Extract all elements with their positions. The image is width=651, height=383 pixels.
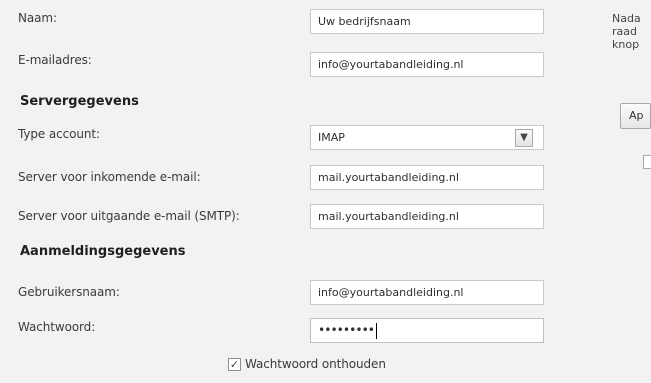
- username-input[interactable]: info@yourtabandleiding.nl: [310, 280, 544, 305]
- name-input[interactable]: Uw bedrijfsnaam: [310, 9, 544, 34]
- password-label: Wachtwoord:: [18, 320, 96, 334]
- email-input[interactable]: info@yourtabandleiding.nl: [310, 52, 544, 77]
- side-text-line-1: Nada: [612, 12, 641, 25]
- outgoing-server-input[interactable]: mail.yourtabandleiding.nl: [310, 204, 544, 229]
- password-input[interactable]: •••••••••: [310, 318, 544, 343]
- incoming-server-label: Server voor inkomende e-mail:: [18, 170, 201, 184]
- incoming-server-input[interactable]: mail.yourtabandleiding.nl: [310, 165, 544, 190]
- name-label: Naam:: [18, 11, 57, 25]
- email-label: E-mailadres:: [18, 53, 92, 67]
- side-checkbox[interactable]: [643, 155, 651, 169]
- chevron-down-icon[interactable]: ▼: [515, 129, 533, 147]
- remember-password-label[interactable]: Wachtwoord onthouden: [245, 357, 386, 371]
- side-text-line-3: knop: [612, 38, 640, 51]
- apply-button[interactable]: Ap: [620, 103, 651, 129]
- account-type-label: Type account:: [18, 127, 100, 141]
- remember-password-checkbox[interactable]: ✓: [228, 358, 241, 371]
- side-text-line-2: raad: [612, 25, 637, 38]
- account-type-select[interactable]: IMAP: [310, 125, 544, 150]
- username-label: Gebruikersnaam:: [18, 285, 120, 299]
- server-section-heading: Servergegevens: [20, 94, 139, 109]
- text-caret: [376, 322, 378, 339]
- outgoing-server-label: Server voor uitgaande e-mail (SMTP):: [18, 209, 240, 223]
- password-mask: •••••••••: [318, 323, 375, 337]
- login-section-heading: Aanmeldingsgegevens: [20, 244, 186, 259]
- account-type-value: IMAP: [318, 131, 345, 144]
